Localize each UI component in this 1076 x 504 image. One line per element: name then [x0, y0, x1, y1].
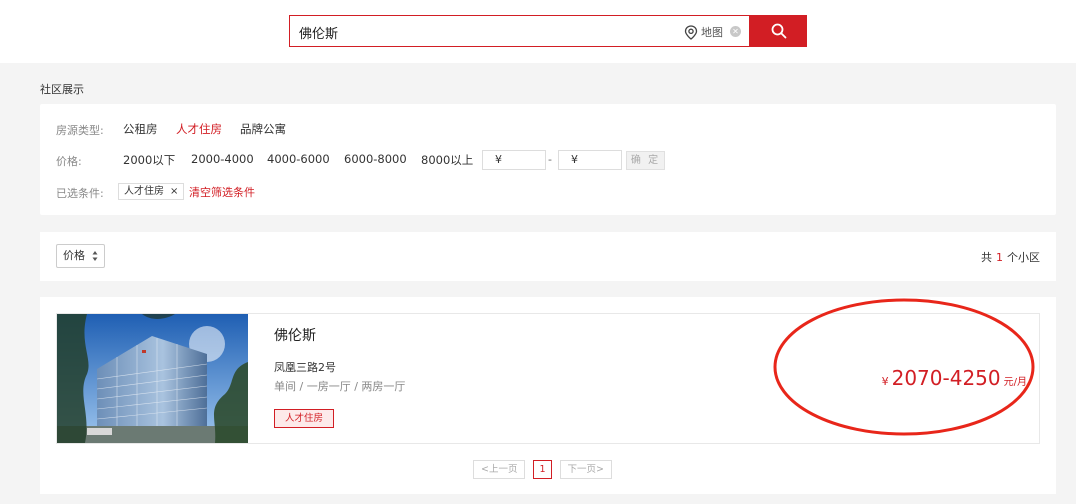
house-type-option-talent[interactable]: 人才住房: [176, 121, 222, 137]
building-photo[interactable]: [57, 314, 248, 443]
search-box[interactable]: 地图 ✕: [289, 15, 750, 47]
price-option-over-8000[interactable]: 8000以上: [421, 152, 473, 168]
prev-page-button[interactable]: <上一页: [473, 460, 526, 479]
selected-conditions-label: 已选条件:: [56, 187, 104, 200]
search-icon: [771, 23, 786, 39]
listing-address: 凤凰三路2号: [274, 361, 336, 374]
price-option-4000-6000[interactable]: 4000-6000: [267, 152, 330, 166]
section-title: 社区展示: [40, 83, 84, 96]
sort-by-price-button[interactable]: 价格: [56, 244, 105, 268]
map-link[interactable]: 地图: [684, 24, 723, 40]
sort-arrows-icon: [92, 251, 98, 261]
sort-bar: 价格 共 1 个小区: [40, 232, 1056, 281]
listing-room-types: 单间 / 一房一厅 / 两房一厅: [274, 380, 406, 393]
count-suffix: 个小区: [1007, 251, 1040, 264]
listing-tag: 人才住房: [274, 409, 335, 428]
filter-panel: 房源类型: 公租房 人才住房 品牌公寓 价格: 2000以下 2000-4000…: [40, 104, 1056, 215]
sort-label: 价格: [63, 249, 85, 262]
annotation-ellipse: [773, 298, 1035, 436]
price-option-2000-4000[interactable]: 2000-4000: [191, 152, 254, 166]
selected-chip-label: 人才住房: [124, 186, 164, 197]
price-option-under-2000[interactable]: 2000以下: [123, 152, 175, 168]
count-number: 1: [996, 251, 1003, 264]
search-button[interactable]: [750, 15, 807, 47]
price-max-input[interactable]: ¥: [558, 150, 622, 170]
clear-circle-icon[interactable]: ✕: [730, 26, 741, 37]
house-type-label: 房源类型:: [56, 124, 104, 137]
listing-title[interactable]: 佛伦斯: [274, 325, 316, 345]
next-page-button[interactable]: 下一页>: [559, 460, 612, 479]
house-type-option-public[interactable]: 公租房: [123, 121, 158, 137]
count-prefix: 共: [981, 251, 992, 264]
pagination: <上一页 1 下一页>: [473, 460, 612, 479]
search-input[interactable]: [299, 22, 679, 42]
map-label: 地图: [701, 26, 723, 39]
price-option-6000-8000[interactable]: 6000-8000: [344, 152, 407, 166]
price-confirm-button[interactable]: 确 定: [626, 151, 665, 170]
price-min-input[interactable]: ¥: [482, 150, 546, 170]
chip-close-icon[interactable]: ×: [170, 184, 178, 199]
price-label: 价格:: [56, 155, 82, 168]
price-range-separator: -: [548, 153, 552, 166]
clear-filters-link[interactable]: 清空筛选条件: [189, 184, 255, 200]
selected-chip[interactable]: 人才住房 ×: [118, 183, 185, 200]
page-number-current[interactable]: 1: [533, 460, 552, 479]
house-type-option-brand[interactable]: 品牌公寓: [240, 121, 286, 137]
location-pin-icon: [684, 24, 698, 40]
result-count: 共 1 个小区: [981, 249, 1040, 265]
